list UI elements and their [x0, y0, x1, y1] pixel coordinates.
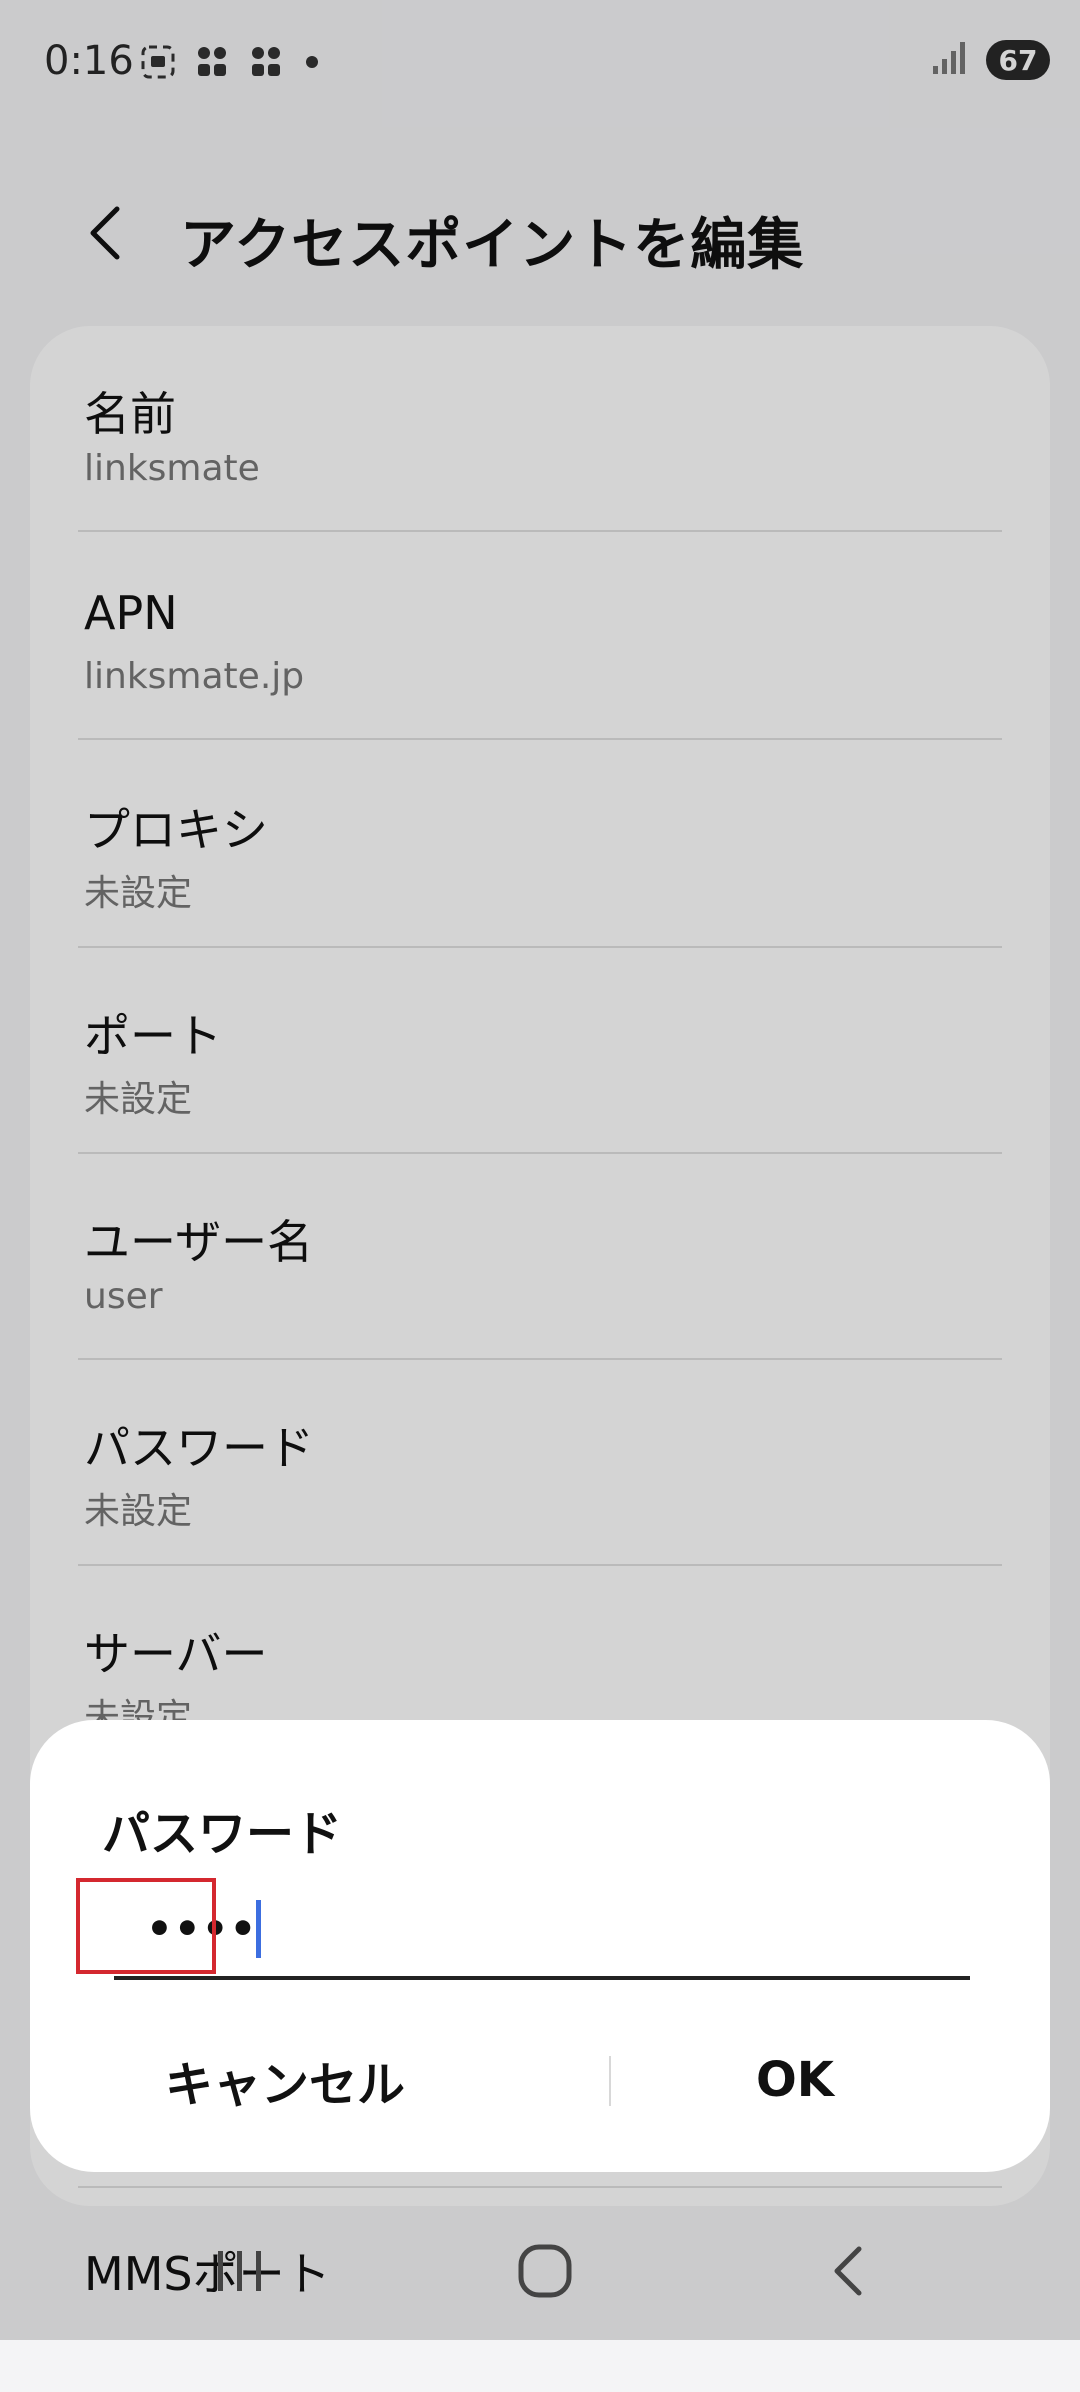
dialog-title: パスワード: [102, 1806, 343, 1862]
nav-bar: [0, 2200, 1080, 2340]
home-icon: [515, 2241, 575, 2305]
password-input[interactable]: ••••: [114, 1870, 970, 1980]
recents-button[interactable]: [200, 2238, 280, 2308]
dialog-buttons: キャンセル OK: [30, 2020, 1050, 2140]
home-button[interactable]: [505, 2238, 585, 2308]
recents-icon: [210, 2246, 270, 2300]
field-underline: [114, 1976, 970, 1980]
text-caret: [256, 1900, 261, 1958]
cancel-button[interactable]: キャンセル: [60, 2020, 510, 2140]
back-icon: [823, 2241, 873, 2305]
ok-button[interactable]: OK: [570, 2020, 1020, 2140]
highlight-box: [76, 1878, 216, 1974]
password-dialog: パスワード •••• キャンセル OK: [30, 1720, 1050, 2172]
nav-back-button[interactable]: [808, 2238, 888, 2308]
